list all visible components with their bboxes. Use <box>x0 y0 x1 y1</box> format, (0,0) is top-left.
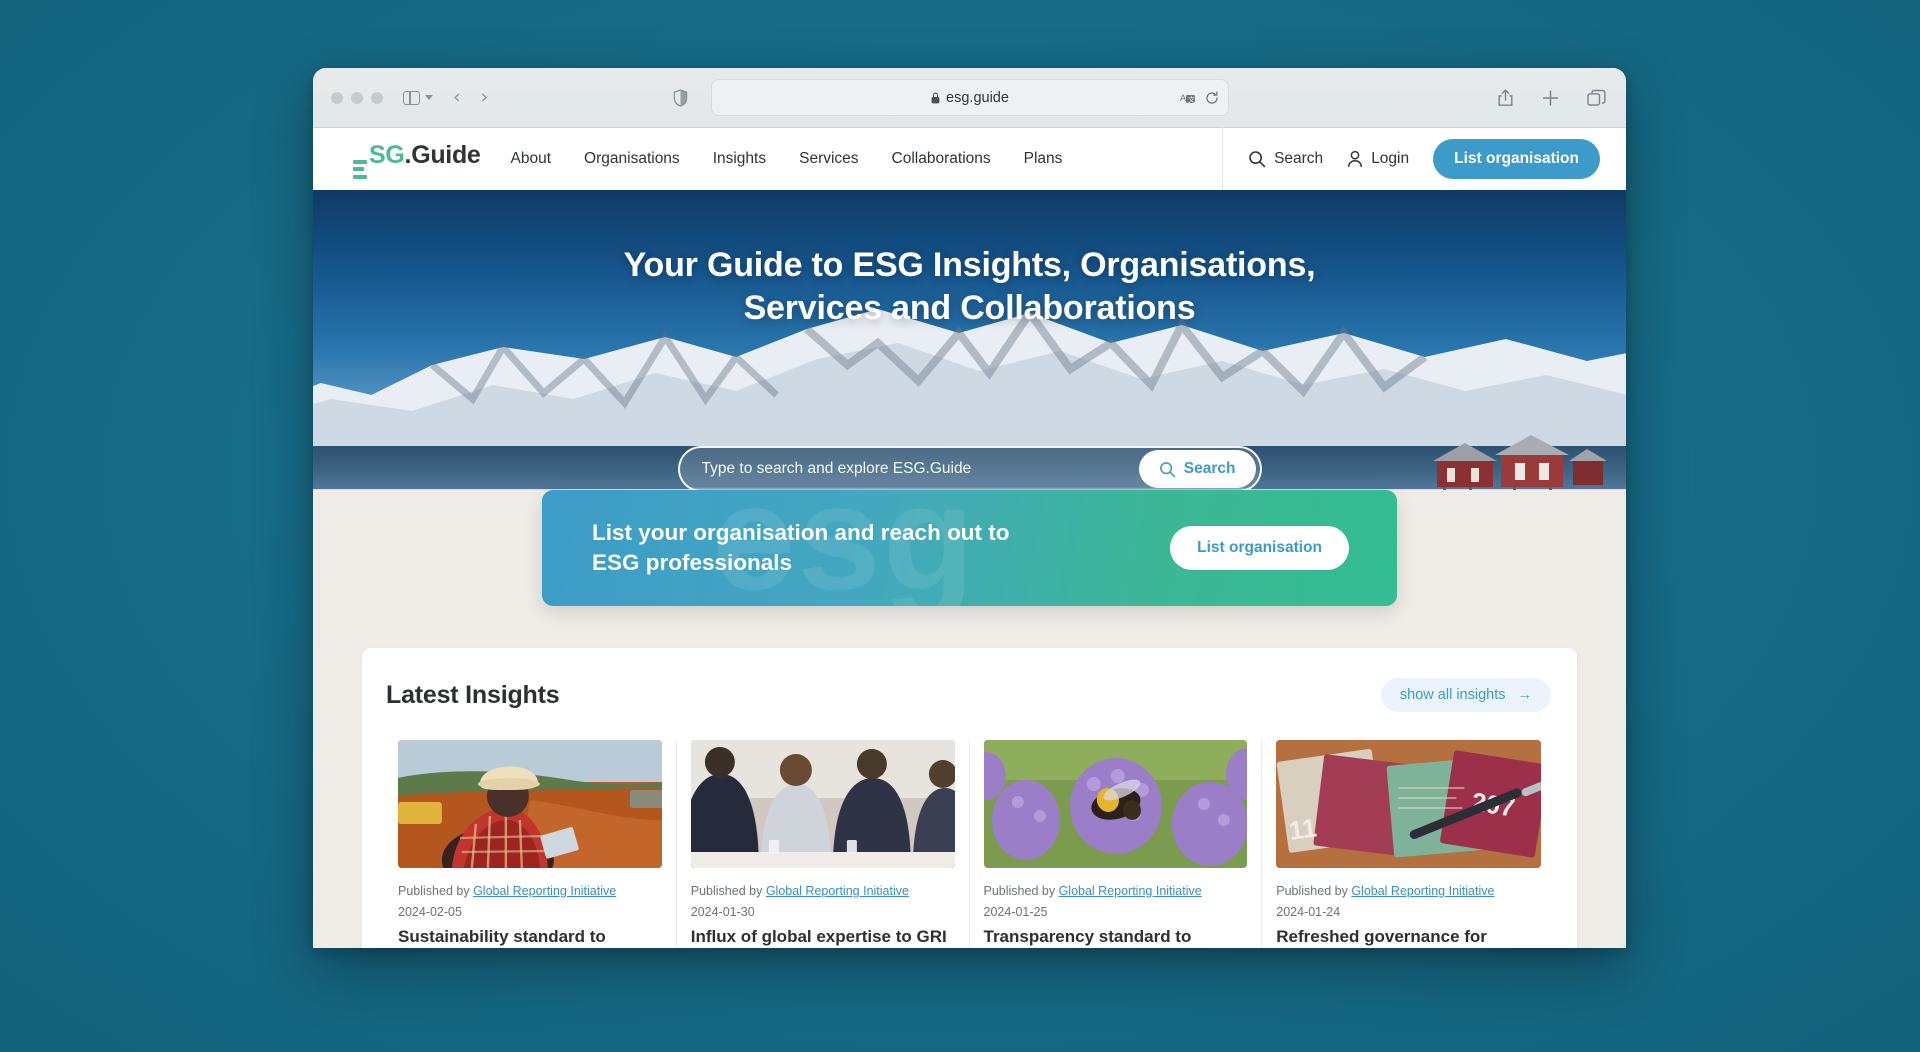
insight-publisher-link[interactable]: Global Reporting Initiative <box>766 884 909 898</box>
lock-icon <box>931 92 940 104</box>
insight-card-image <box>690 740 955 868</box>
svg-text:11: 11 <box>1287 812 1318 846</box>
insight-card[interactable]: Published by Global Reporting Initiative… <box>970 740 1263 948</box>
insight-publisher-link[interactable]: Global Reporting Initiative <box>473 884 616 898</box>
logo-dot: . <box>404 140 412 169</box>
show-all-insights-label: show all insights <box>1399 687 1506 703</box>
latest-insights-section: Latest Insights show all insights → Publ… <box>362 648 1577 948</box>
nav-item-services[interactable]: Services <box>799 150 858 168</box>
nav-item-plans[interactable]: Plans <box>1024 150 1063 168</box>
url-text: esg.guide <box>946 89 1009 106</box>
insight-card-date: 2024-01-25 <box>983 905 1048 919</box>
login-label: Login <box>1371 150 1410 167</box>
insight-card-image <box>983 740 1248 868</box>
page-body: esg List your organisation and reach out… <box>313 490 1626 948</box>
insight-card-title[interactable]: Sustainability standard to accelerate ac… <box>398 926 662 948</box>
insight-card-meta: Published by Global Reporting Initiative <box>691 884 955 898</box>
search-icon <box>1248 150 1266 168</box>
translate-icon[interactable]: A 文 <box>1180 91 1196 105</box>
close-window-button[interactable] <box>331 91 343 104</box>
minimize-window-button[interactable] <box>351 91 363 104</box>
insight-card-meta: Published by Global Reporting Initiative <box>984 884 1248 898</box>
address-bar[interactable]: esg.guide A 文 <box>711 79 1229 116</box>
nav-item-organisations[interactable]: Organisations <box>584 150 680 168</box>
hero-search-bar[interactable]: Search <box>677 446 1262 492</box>
browser-toolbar-actions <box>1497 88 1606 107</box>
sidebar-toggle-icon <box>403 90 420 105</box>
plus-icon[interactable] <box>1542 89 1559 106</box>
nav-item-insights[interactable]: Insights <box>713 150 766 168</box>
published-by-label: Published by <box>983 884 1056 898</box>
nav-item-about[interactable]: About <box>511 150 552 168</box>
cta-heading: List your organisation and reach out to … <box>592 520 1010 575</box>
published-by-label: Published by <box>690 884 763 898</box>
insight-card-title[interactable]: Refreshed governance for global sustaina… <box>1276 926 1541 948</box>
cta-list-organisation-button[interactable]: List organisation <box>1170 526 1349 570</box>
tab-overview-icon[interactable] <box>1587 89 1606 106</box>
browser-toolbar: ‹ › esg.guide A 文 <box>313 68 1626 128</box>
search-icon <box>1159 461 1176 478</box>
insights-card-list: Published by Global Reporting Initiative… <box>384 740 1555 948</box>
insight-publisher-link[interactable]: Global Reporting Initiative <box>1351 884 1494 898</box>
zoom-window-button[interactable] <box>371 91 383 104</box>
svg-text:文: 文 <box>1188 95 1195 104</box>
insight-card-date: 2024-01-24 <box>1276 905 1341 919</box>
person-icon <box>1347 150 1363 168</box>
login-button[interactable]: Login <box>1347 150 1409 168</box>
reload-icon[interactable] <box>1205 90 1219 105</box>
nav-item-collaborations[interactable]: Collaborations <box>892 150 991 168</box>
insight-card-date: 2024-01-30 <box>690 905 755 919</box>
published-by-label: Published by <box>1276 884 1348 898</box>
arrow-right-icon: → <box>1517 687 1533 703</box>
primary-nav: About Organisations Insights Services Co… <box>511 150 1063 168</box>
forward-button[interactable]: › <box>481 88 489 107</box>
chevron-down-icon <box>425 95 433 100</box>
insights-title: Latest Insights <box>386 680 560 709</box>
hero-search-input[interactable] <box>701 460 1139 478</box>
site-logo[interactable]: SG. Guide <box>353 140 481 179</box>
published-by-label: Published by <box>398 884 470 898</box>
header-search-button[interactable]: Search <box>1248 150 1323 168</box>
svg-text:A: A <box>1180 93 1186 103</box>
browser-navigation: ‹ › <box>453 88 488 107</box>
sidebar-toggle-button[interactable] <box>403 90 433 105</box>
insight-card-image <box>398 740 662 868</box>
insight-card-title[interactable]: Transparency standard to inform global r… <box>984 926 1248 948</box>
hero-title: Your Guide to ESG Insights, Organisation… <box>623 246 1316 327</box>
insight-publisher-link[interactable]: Global Reporting Initiative <box>1059 884 1202 898</box>
window-traffic-lights[interactable] <box>331 91 383 104</box>
insight-card-meta: Published by Global Reporting Initiative <box>1276 884 1541 898</box>
insight-card[interactable]: Published by Global Reporting Initiative… <box>677 740 970 948</box>
insight-card-date: 2024-02-05 <box>398 905 462 919</box>
list-organisation-button[interactable]: List organisation <box>1433 139 1600 179</box>
insights-header: Latest Insights show all insights → <box>384 678 1555 712</box>
header-search-label: Search <box>1274 150 1324 167</box>
header-actions: Search Login List organisation <box>1222 125 1600 193</box>
browser-window: ‹ › esg.guide A 文 SG . Guide About Organ… <box>313 68 1626 948</box>
insight-card[interactable]: Published by Global Reporting Initiative… <box>384 740 677 948</box>
hero-search-button-label: Search <box>1183 460 1236 477</box>
back-button[interactable]: ‹ <box>453 88 461 107</box>
insight-card[interactable]: 11 207 Published by Global Reporting Ini… <box>1262 740 1555 948</box>
hero-search-button[interactable]: Search <box>1138 450 1256 488</box>
share-icon[interactable] <box>1497 88 1514 107</box>
logo-guide-text: Guide <box>411 140 481 169</box>
show-all-insights-button[interactable]: show all insights → <box>1380 678 1551 712</box>
insight-card-title[interactable]: Influx of global expertise to GRI Superv… <box>691 926 955 948</box>
insight-card-image: 11 207 <box>1276 740 1541 868</box>
insight-card-meta: Published by Global Reporting Initiative <box>398 884 662 898</box>
site-header: SG. Guide About Organisations Insights Se… <box>313 125 1626 193</box>
cta-banner: esg List your organisation and reach out… <box>542 490 1397 606</box>
logo-e-mark <box>353 159 367 179</box>
privacy-shield-icon[interactable] <box>673 88 688 107</box>
logo-esg-text: SG <box>369 140 405 169</box>
